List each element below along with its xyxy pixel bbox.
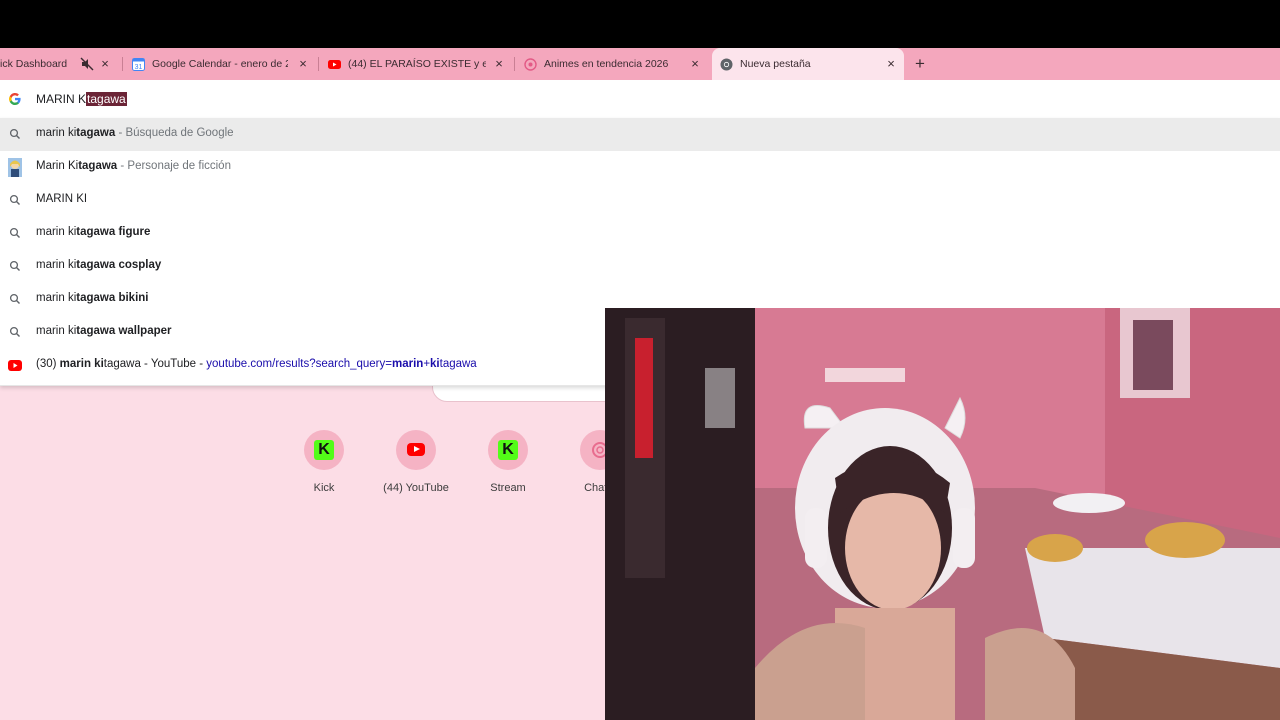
suggestion-text: Marin Kitagawa - Personaje de ficción [36, 160, 231, 172]
tab-youtube-video[interactable]: (44) EL PARAÍSO EXISTE y está e × [322, 48, 512, 80]
suggestion-text: marin kitagawa wallpaper [36, 325, 172, 337]
address-bar-autocomplete-selection: tagawa [86, 92, 127, 106]
screen-top-bar [0, 0, 1280, 48]
anime-site-icon [524, 57, 537, 71]
webcam-overlay [605, 308, 1280, 720]
tab-title: Nueva pestaña [740, 58, 811, 70]
close-icon[interactable]: × [492, 57, 506, 71]
search-icon [9, 194, 20, 205]
tab-animes-tendencia[interactable]: Animes en tendencia 2026 × [518, 48, 708, 80]
chrome-icon [720, 58, 733, 71]
youtube-icon [407, 443, 425, 456]
address-bar-text[interactable]: MARIN Ktagawa [36, 92, 127, 106]
kick-icon: K [498, 440, 518, 460]
google-g-icon [9, 93, 21, 105]
suggestion-text: marin kitagawa cosplay [36, 259, 162, 271]
shortcut-label: Stream [490, 482, 526, 494]
shortcut-label: Kick [313, 482, 335, 494]
tab-title: ick Dashboard [0, 58, 68, 70]
shortcut-stream[interactable]: K Stream [463, 430, 553, 494]
youtube-icon [8, 360, 22, 371]
close-icon[interactable]: × [98, 57, 112, 71]
shortcut-youtube[interactable]: (44) YouTube [371, 430, 461, 494]
speaker-muted-icon[interactable] [80, 57, 94, 71]
tab-title: Google Calendar - enero de 20 [152, 58, 288, 70]
character-thumbnail-icon [8, 158, 22, 177]
shortcut-icon-circle: K [488, 430, 528, 470]
tab-title: (44) EL PARAÍSO EXISTE y está e [348, 58, 486, 70]
tab-separator [318, 57, 319, 71]
shortcut-label: (44) YouTube [383, 482, 449, 494]
suggestion-row[interactable]: marin kitagawa cosplay [0, 250, 1280, 283]
suggestion-text: (30) marin kitagawa - YouTube - youtube.… [36, 358, 477, 370]
suggestion-text: marin kitagawa figure [36, 226, 151, 238]
close-icon[interactable]: × [884, 57, 898, 71]
shortcut-kick[interactable]: K Kick [279, 430, 369, 494]
suggestion-row[interactable]: MARIN KI [0, 184, 1280, 217]
tab-separator [514, 57, 515, 71]
tab-strip: ick Dashboard × 31 Google Calendar - ene… [0, 48, 1280, 80]
youtube-icon [328, 58, 341, 71]
shortcut-icon-circle [396, 430, 436, 470]
suggestion-text: marin kitagawa bikini [36, 292, 149, 304]
search-icon [9, 293, 20, 304]
suggestion-row[interactable]: marin kitagawa figure [0, 217, 1280, 250]
address-bar-typed-text: MARIN K [36, 92, 87, 106]
suggestion-text: MARIN KI [36, 193, 88, 205]
tab-kick-dashboard[interactable]: ick Dashboard × [0, 48, 118, 80]
svg-text:31: 31 [135, 64, 143, 71]
google-calendar-icon: 31 [132, 57, 145, 71]
tab-title: Animes en tendencia 2026 [544, 58, 669, 70]
tab-separator [122, 57, 123, 71]
close-icon[interactable]: × [296, 57, 310, 71]
shortcut-icon-circle: K [304, 430, 344, 470]
search-icon [9, 326, 20, 337]
search-icon [9, 227, 20, 238]
suggestion-row[interactable]: marin kitagawa - Búsqueda de Google [0, 118, 1280, 151]
tab-google-calendar[interactable]: 31 Google Calendar - enero de 20 × [126, 48, 316, 80]
address-bar[interactable]: MARIN Ktagawa [0, 80, 1280, 118]
suggestion-row[interactable]: Marin Kitagawa - Personaje de ficción [0, 151, 1280, 184]
search-icon [9, 260, 20, 271]
close-icon[interactable]: × [688, 57, 702, 71]
suggestion-text: marin kitagawa - Búsqueda de Google [36, 127, 234, 139]
new-tab-button[interactable]: + [910, 55, 930, 73]
tab-nueva-pestana[interactable]: Nueva pestaña × [712, 48, 904, 80]
webcam-scene [605, 308, 1280, 720]
kick-icon: K [314, 440, 334, 460]
search-icon [9, 128, 20, 139]
